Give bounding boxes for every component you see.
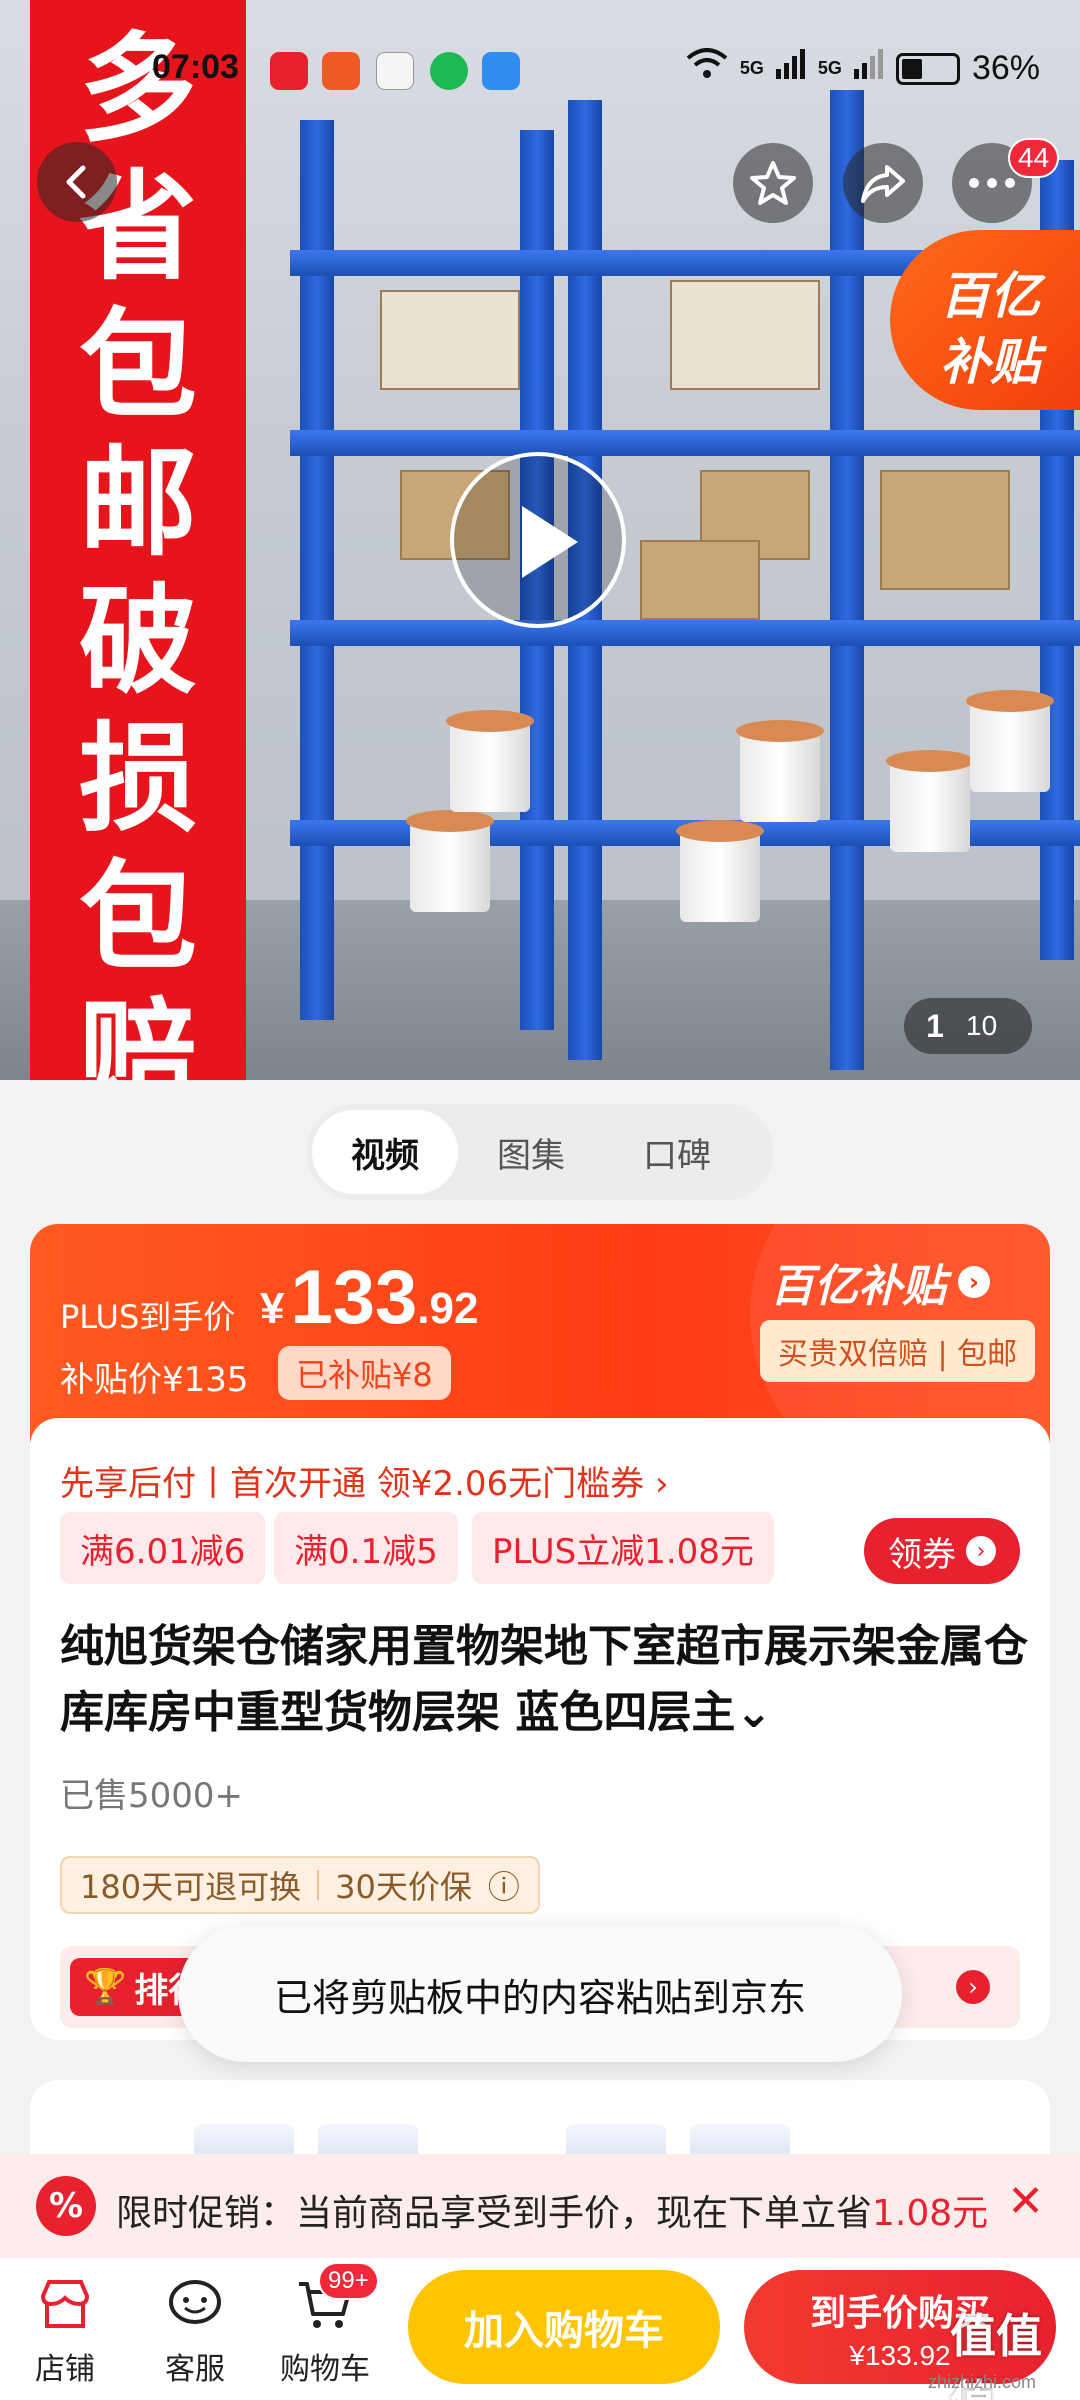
slow-app-icon bbox=[322, 52, 360, 90]
share-icon bbox=[861, 165, 905, 203]
billion-subsidy-link[interactable]: 百亿补贴 › bbox=[770, 1250, 990, 1314]
status-bar: 07:03 5G 5G 36% bbox=[0, 40, 1080, 104]
price-decimal: .92 bbox=[417, 1284, 479, 1333]
tab-reviews[interactable]: 口碑 bbox=[604, 1110, 750, 1194]
divider bbox=[317, 1870, 320, 1900]
percent-icon: % bbox=[36, 2176, 96, 2236]
chat-face-icon bbox=[169, 2280, 221, 2324]
chevron-left-icon bbox=[66, 165, 86, 199]
service-label: 客服 bbox=[165, 2352, 225, 2387]
trophy-icon: 🏆 bbox=[84, 1967, 127, 2007]
chevron-right-icon: › bbox=[956, 1970, 990, 2004]
wifi-icon bbox=[686, 48, 728, 89]
subsidy-amount-badge: 已补贴¥8 bbox=[278, 1346, 451, 1400]
close-icon[interactable]: ✕ bbox=[1007, 2176, 1044, 2227]
info-icon: ⓘ bbox=[487, 1868, 520, 1906]
shop-button[interactable]: 店铺 bbox=[10, 2274, 120, 2388]
play-video-button[interactable] bbox=[450, 452, 626, 628]
clipboard-toast: 已将剪贴板中的内容粘贴到京东 bbox=[178, 1926, 902, 2062]
subsidy-price: 补贴价¥135 bbox=[60, 1360, 249, 1400]
tab-gallery[interactable]: 图集 bbox=[458, 1110, 604, 1194]
favorite-button[interactable] bbox=[733, 143, 813, 223]
coupon-3[interactable]: PLUS立减1.08元 bbox=[472, 1512, 774, 1584]
message-badge: 44 bbox=[1008, 138, 1060, 178]
badge-line1: 百亿 bbox=[940, 267, 1040, 325]
spotify-icon bbox=[430, 52, 468, 90]
status-time: 07:03 bbox=[152, 48, 239, 86]
shop-label: 店铺 bbox=[35, 2352, 95, 2387]
product-media-carousel[interactable]: 多省包邮 破损包赔 百亿 补贴 1 10 bbox=[0, 0, 1080, 1080]
badge-line2: 补贴 bbox=[940, 333, 1040, 391]
back-button[interactable] bbox=[37, 142, 117, 222]
program-title: 百亿补贴 bbox=[770, 1261, 946, 1312]
battery-icon bbox=[895, 52, 960, 85]
promo-saving: 1.08元 bbox=[872, 2193, 989, 2234]
cart-count-badge: 99+ bbox=[318, 2262, 379, 2300]
promo-text-prefix: 限时促销：当前商品享受到手价，现在下单立省 bbox=[116, 2193, 873, 2234]
customer-service-button[interactable]: 客服 bbox=[140, 2274, 250, 2388]
signal-5g-1: 5G bbox=[739, 58, 764, 78]
guarantee-badge: 买贵双倍赔 | 包邮 bbox=[760, 1320, 1036, 1382]
jd-app-icon bbox=[270, 52, 308, 90]
promo-bar[interactable]: % 限时促销：当前商品享受到手价，现在下单立省1.08元 ✕ bbox=[0, 2154, 1080, 2258]
counter-total: 10 bbox=[966, 1010, 998, 1041]
sold-count: 已售5000+ bbox=[60, 1776, 244, 1816]
realme-app-icon bbox=[376, 52, 414, 90]
star-icon bbox=[750, 161, 796, 205]
currency-symbol: ¥ bbox=[260, 1284, 285, 1333]
get-coupon-label: 领券 bbox=[888, 1534, 956, 1575]
price-protection: 30天价保 bbox=[335, 1868, 472, 1906]
share-button[interactable] bbox=[843, 143, 923, 223]
service-guarantee[interactable]: 180天可退可换 30天价保 ⓘ bbox=[60, 1856, 540, 1914]
status-indicators: 5G 5G 36% bbox=[686, 48, 1040, 89]
media-tabs: 视频 图集 口碑 bbox=[306, 1104, 774, 1200]
signal-5g-2: 5G bbox=[817, 58, 842, 78]
chevron-right-icon: › bbox=[966, 1536, 996, 1566]
coupon-2[interactable]: 满0.1减5 bbox=[274, 1512, 458, 1584]
plus-price: ¥ 133 .92 bbox=[260, 1254, 478, 1341]
cart-label: 购物车 bbox=[280, 2352, 370, 2387]
more-dots-icon bbox=[969, 178, 1015, 188]
store-icon bbox=[40, 2280, 90, 2328]
price-card: PLUS到手价 ¥ 133 .92 补贴价¥135 已补贴¥8 百亿补贴 › 买… bbox=[30, 1224, 1050, 1444]
return-policy: 180天可退可换 bbox=[80, 1868, 302, 1906]
chevron-right-icon: › bbox=[958, 1266, 990, 1298]
pay-later-offer[interactable]: 先享后付丨首次开通 领¥2.06无门槛券 › bbox=[60, 1456, 669, 1505]
search-app-icon bbox=[482, 52, 520, 90]
billion-subsidy-badge[interactable]: 百亿 补贴 bbox=[890, 230, 1080, 410]
get-coupon-button[interactable]: 领券 › bbox=[864, 1518, 1020, 1584]
tab-video[interactable]: 视频 bbox=[312, 1110, 458, 1194]
product-title[interactable]: 纯旭货架仓储家用置物架地下室超市展示架金属仓库库房中重型货物层架 蓝色四层主⌄ bbox=[60, 1614, 1040, 1746]
add-to-cart-button[interactable]: 加入购物车 bbox=[408, 2270, 720, 2384]
price-integer: 133 bbox=[290, 1255, 418, 1340]
signal-bars-icon bbox=[775, 49, 806, 88]
watermark-url: zhizhizhi.com bbox=[928, 2372, 1037, 2392]
plus-price-label: PLUS到手价 bbox=[60, 1298, 236, 1336]
counter-current: 1 bbox=[926, 1007, 944, 1044]
signal-bars-icon-2 bbox=[853, 49, 884, 88]
battery-level: 36% bbox=[971, 49, 1040, 87]
promo-text: 限时促销：当前商品享受到手价，现在下单立省1.08元 bbox=[116, 2184, 988, 2236]
coupon-1[interactable]: 满6.01减6 bbox=[60, 1512, 266, 1584]
image-counter: 1 10 bbox=[904, 998, 1032, 1054]
